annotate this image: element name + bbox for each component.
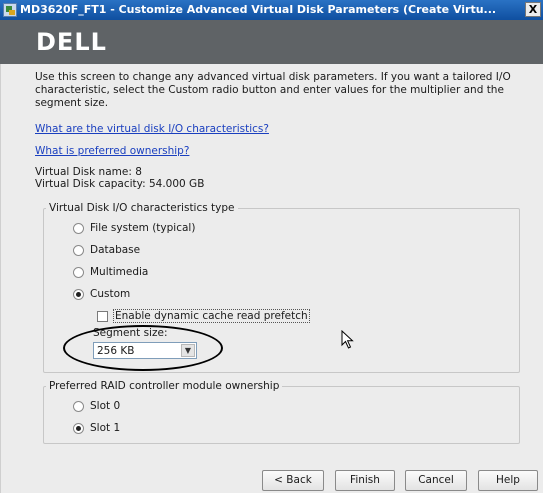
window-titlebar: MD3620F_FT1 - Customize Advanced Virtual… (0, 0, 543, 20)
radio-file-system[interactable]: File system (typical) (73, 222, 195, 234)
radio-slot-0-label: Slot 0 (90, 400, 121, 412)
radio-multimedia-button[interactable] (73, 266, 84, 278)
window-title: MD3620F_FT1 - Customize Advanced Virtual… (20, 3, 497, 16)
preferred-ownership-link[interactable]: What is preferred ownership? (35, 145, 189, 157)
radio-multimedia[interactable]: Multimedia (73, 266, 148, 278)
back-button[interactable]: < Back (262, 470, 324, 491)
radio-slot-1[interactable]: Slot 1 (73, 422, 120, 434)
header-banner: DELL (0, 20, 543, 64)
radio-multimedia-label: Multimedia (90, 266, 149, 278)
radio-custom-label: Custom (90, 288, 131, 300)
radio-slot-0[interactable]: Slot 0 (73, 400, 120, 412)
ownership-group-legend: Preferred RAID controller module ownersh… (49, 380, 280, 392)
radio-file-system-button[interactable] (73, 222, 84, 234)
mouse-cursor-icon (341, 330, 354, 349)
radio-database-button[interactable] (73, 244, 84, 256)
radio-file-system-label: File system (typical) (90, 222, 196, 234)
dell-logo: DELL (36, 28, 107, 56)
io-characteristics-link[interactable]: What are the virtual disk I/O characteri… (35, 123, 269, 135)
radio-custom-button[interactable] (73, 288, 84, 300)
radio-slot-0-button[interactable] (73, 400, 84, 412)
cancel-button[interactable]: Cancel (405, 470, 467, 491)
help-button[interactable]: Help (478, 470, 538, 491)
content-area: Use this screen to change any advanced v… (0, 64, 543, 493)
highlight-ellipse (63, 325, 223, 371)
ownership-group: Preferred RAID controller module ownersh… (43, 380, 520, 444)
io-group-legend: Virtual Disk I/O characteristics type (49, 202, 235, 214)
close-button[interactable]: X (525, 2, 541, 17)
radio-slot-1-button[interactable] (73, 422, 84, 434)
radio-database-label: Database (90, 244, 141, 256)
radio-database[interactable]: Database (73, 244, 140, 256)
app-icon (3, 3, 17, 17)
prefetch-label: Enable dynamic cache read prefetch (113, 309, 310, 323)
radio-custom[interactable]: Custom (73, 288, 130, 300)
prefetch-checkbox[interactable] (97, 310, 108, 322)
finish-button[interactable]: Finish (335, 470, 395, 491)
virtual-disk-capacity: Virtual Disk capacity: 54.000 GB (35, 178, 205, 190)
intro-text: Use this screen to change any advanced v… (35, 71, 511, 109)
prefetch-checkbox-row[interactable]: Enable dynamic cache read prefetch (97, 309, 310, 323)
radio-slot-1-label: Slot 1 (90, 422, 121, 434)
